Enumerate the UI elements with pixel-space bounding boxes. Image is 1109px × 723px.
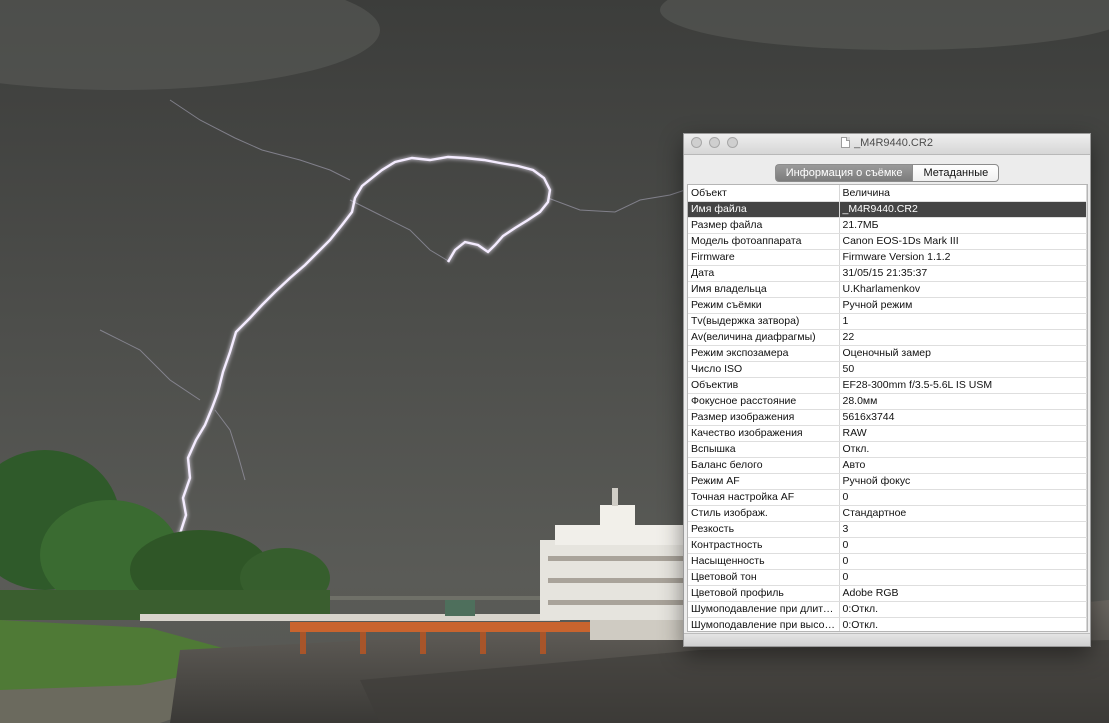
property-value-cell: 0:Откл. — [839, 601, 1087, 618]
property-name-cell: Имя владельца — [688, 281, 840, 298]
table-row[interactable]: Фокусное расстояние 28.0мм — [688, 393, 1087, 410]
property-value-cell: Firmware Version 1.1.2 — [839, 249, 1087, 266]
table-body: Имя файла _M4R9440.CR2 Размер файла 21.7МБ М… — [688, 201, 1087, 631]
property-name-cell: Режим экспозамера — [688, 345, 840, 362]
property-name-cell: Шумоподавление при длительной выдержке — [688, 601, 840, 618]
property-name-cell: Цветовой тон — [688, 569, 840, 586]
property-value-cell: RAW — [839, 425, 1087, 442]
document-icon — [841, 137, 851, 148]
property-value-cell: Adobe RGB — [839, 585, 1087, 602]
table-row[interactable]: Вспышка Откл. — [688, 441, 1087, 458]
table-header-row: Объект Величина — [688, 185, 1087, 202]
info-table-container[interactable]: Объект Величина Имя файла _M4R9440.CR2 Раз… — [687, 184, 1088, 632]
property-value-cell: U.Kharlamenkov — [839, 281, 1087, 298]
table-row[interactable]: Модель фотоаппарата Canon EOS-1Ds Mark II… — [688, 233, 1087, 250]
property-name-cell: Режим AF — [688, 473, 840, 490]
info-table: Объект Величина Имя файла _M4R9440.CR2 Раз… — [688, 185, 1087, 631]
property-value-cell: 21.7МБ — [839, 217, 1087, 234]
property-value-cell: 0 — [839, 553, 1087, 570]
property-value-cell: 0 — [839, 569, 1087, 586]
property-name-cell: Объектив — [688, 377, 840, 394]
property-name-cell: Имя файла — [688, 201, 840, 218]
property-name-cell: Дата — [688, 265, 840, 282]
property-value-cell: Оценочный замер — [839, 345, 1087, 362]
property-value-cell: 31/05/15 21:35:37 — [839, 265, 1087, 282]
property-value-cell: Откл. — [839, 441, 1087, 458]
property-value-cell: Ручной режим — [839, 297, 1087, 314]
table-row[interactable]: Дата 31/05/15 21:35:37 — [688, 265, 1087, 282]
table-row[interactable]: Шумоподавление при длительной выдержке0:… — [688, 601, 1087, 618]
table-row[interactable]: Firmware Firmware Version 1.1.2 — [688, 249, 1087, 266]
table-row[interactable]: Цветовой тон 0 — [688, 569, 1087, 586]
property-name-cell: Tv(выдержка затвора) — [688, 313, 840, 330]
property-value-cell: 1 — [839, 313, 1087, 330]
info-window: _M4R9440.CR2 Информация о съёмке Метадан… — [683, 133, 1091, 647]
table-row[interactable]: Имя владельца U.Kharlamenkov — [688, 281, 1087, 298]
property-name-cell: Режим съёмки — [688, 297, 840, 314]
property-name-cell: Стиль изображ. — [688, 505, 840, 522]
property-value-cell: Стандартное — [839, 505, 1087, 522]
property-name-cell: Размер изображения — [688, 409, 840, 426]
table-row[interactable]: Насыщенность 0 — [688, 553, 1087, 570]
table-row[interactable]: Баланс белого Авто — [688, 457, 1087, 474]
table-row[interactable]: Размер изображения 5616x3744 — [688, 409, 1087, 426]
table-row[interactable]: Шумоподавление при высоких ISO0:Откл. — [688, 617, 1087, 631]
property-value-cell: 22 — [839, 329, 1087, 346]
property-value-cell: 5616x3744 — [839, 409, 1087, 426]
column-header-value[interactable]: Величина — [839, 185, 1087, 202]
property-value-cell: Ручной фокус — [839, 473, 1087, 490]
table-row[interactable]: Av(величина диафрагмы) 22 — [688, 329, 1087, 346]
property-value-cell: 0 — [839, 489, 1087, 506]
table-row[interactable]: Режим съёмки Ручной режим — [688, 297, 1087, 314]
property-name-cell: Цветовой профиль — [688, 585, 840, 602]
property-value-cell: 0 — [839, 537, 1087, 554]
table-row[interactable]: Имя файла _M4R9440.CR2 — [688, 201, 1087, 218]
property-name-cell: Модель фотоаппарата — [688, 233, 840, 250]
property-value-cell: Canon EOS-1Ds Mark III — [839, 233, 1087, 250]
property-name-cell: Резкость — [688, 521, 840, 538]
property-name-cell: Качество изображения — [688, 425, 840, 442]
property-name-cell: Размер файла — [688, 217, 840, 234]
table-row[interactable]: Точная настройка AF 0 — [688, 489, 1087, 506]
status-bar — [684, 633, 1090, 646]
table-row[interactable]: Режим экспозамера Оценочный замер — [688, 345, 1087, 362]
table-row[interactable]: Стиль изображ. Стандартное — [688, 505, 1087, 522]
property-name-cell: Шумоподавление при высоких ISO — [688, 617, 840, 631]
table-row[interactable]: Число ISO 50 — [688, 361, 1087, 378]
table-row[interactable]: Контрастность 0 — [688, 537, 1087, 554]
property-value-cell: 3 — [839, 521, 1087, 538]
table-row[interactable]: Объектив EF28-300mm f/3.5-5.6L IS USM — [688, 377, 1087, 394]
property-name-cell: Фокусное расстояние — [688, 393, 840, 410]
property-name-cell: Точная настройка AF — [688, 489, 840, 506]
property-name-cell: Firmware — [688, 249, 840, 266]
tab-metadata[interactable]: Метаданные — [912, 164, 1000, 182]
property-name-cell: Av(величина диафрагмы) — [688, 329, 840, 346]
property-value-cell: 0:Откл. — [839, 617, 1087, 631]
property-name-cell: Число ISO — [688, 361, 840, 378]
table-row[interactable]: Качество изображения RAW — [688, 425, 1087, 442]
property-name-cell: Баланс белого — [688, 457, 840, 474]
property-name-cell: Контрастность — [688, 537, 840, 554]
window-title: _M4R9440.CR2 — [684, 137, 1090, 149]
column-header-object[interactable]: Объект — [688, 185, 840, 202]
table-row[interactable]: Резкость 3 — [688, 521, 1087, 538]
property-name-cell: Вспышка — [688, 441, 840, 458]
table-row[interactable]: Размер файла 21.7МБ — [688, 217, 1087, 234]
table-row[interactable]: Цветовой профиль Adobe RGB — [688, 585, 1087, 602]
tab-shooting-info[interactable]: Информация о съёмке — [774, 164, 913, 182]
table-row[interactable]: Tv(выдержка затвора) 1 — [688, 313, 1087, 330]
window-title-text: _M4R9440.CR2 — [854, 137, 933, 149]
property-value-cell: 50 — [839, 361, 1087, 378]
property-value-cell: EF28-300mm f/3.5-5.6L IS USM — [839, 377, 1087, 394]
title-bar[interactable]: _M4R9440.CR2 — [684, 134, 1090, 155]
property-value-cell: Авто — [839, 457, 1087, 474]
property-value-cell: _M4R9440.CR2 — [839, 201, 1087, 218]
property-name-cell: Насыщенность — [688, 553, 840, 570]
table-row[interactable]: Режим AF Ручной фокус — [688, 473, 1087, 490]
tab-bar: Информация о съёмке Метаданные — [684, 164, 1090, 182]
property-value-cell: 28.0мм — [839, 393, 1087, 410]
